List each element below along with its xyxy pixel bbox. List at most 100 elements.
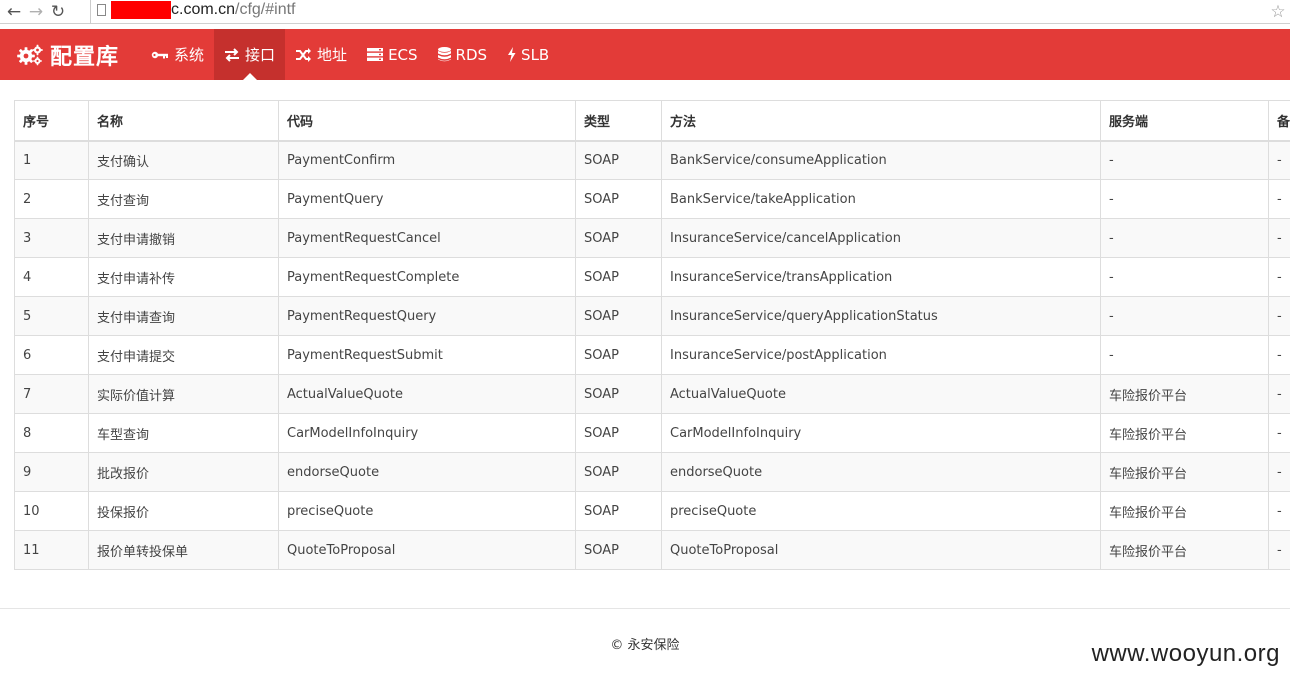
table-cell: QuoteToProposal bbox=[661, 530, 1101, 570]
table-cell: 2 bbox=[14, 179, 89, 219]
exchange-icon bbox=[224, 47, 240, 62]
table-row[interactable]: 2 支付查询 PaymentQuery SOAP BankService/takeApp… bbox=[14, 179, 1290, 219]
table-cell: endorseQuote bbox=[278, 452, 576, 492]
table-row[interactable]: 7 实际价值计算 ActualValueQuote SOAP ActualValueQu… bbox=[14, 374, 1290, 414]
table-cell: 5 bbox=[14, 296, 89, 336]
table-cell: 支付申请撤销 bbox=[88, 218, 279, 258]
table-cell: 支付确认 bbox=[88, 140, 279, 180]
bookmark-star-icon[interactable]: ☆ bbox=[1266, 0, 1290, 24]
table-cell: - bbox=[1100, 335, 1269, 375]
table-cell: SOAP bbox=[575, 218, 662, 258]
interface-table-container: 序号 名称 代码 类型 方法 服务端 备 1 支付确认 PaymentConfirm… bbox=[14, 100, 1290, 570]
table-cell: 1 bbox=[14, 140, 89, 180]
nav-item-slb[interactable]: SLB bbox=[497, 29, 559, 80]
table-row[interactable]: 10 投保报价 preciseQuote SOAP preciseQuote 车险报价平台… bbox=[14, 491, 1290, 531]
table-cell: PaymentRequestSubmit bbox=[278, 335, 576, 375]
database-icon bbox=[437, 47, 451, 62]
table-cell: PaymentRequestComplete bbox=[278, 257, 576, 297]
table-cell: SOAP bbox=[575, 530, 662, 570]
table-cell: - bbox=[1100, 257, 1269, 297]
nav-item-rds[interactable]: RDS bbox=[428, 29, 498, 80]
table-row[interactable]: 1 支付确认 PaymentConfirm SOAP BankService/consu… bbox=[14, 140, 1290, 180]
app-navbar: 配置库 系统 接口 地址 ECS RDS SLB bbox=[0, 29, 1290, 80]
table-cell: 支付申请补传 bbox=[88, 257, 279, 297]
redacted-block bbox=[111, 1, 171, 19]
nav-item-label: SLB bbox=[521, 45, 550, 64]
table-cell: - bbox=[1268, 140, 1290, 180]
column-header-server: 服务端 bbox=[1100, 100, 1269, 142]
table-cell: CarModelInfoInquiry bbox=[278, 413, 576, 453]
table-cell: 7 bbox=[14, 374, 89, 414]
table-cell: - bbox=[1268, 413, 1290, 453]
table-cell: - bbox=[1268, 374, 1290, 414]
table-cell: SOAP bbox=[575, 140, 662, 180]
table-cell: SOAP bbox=[575, 335, 662, 375]
footer-divider bbox=[0, 608, 1290, 609]
table-row[interactable]: 9 批改报价 endorseQuote SOAP endorseQuote 车险报价平台 - bbox=[14, 452, 1290, 492]
table-cell: - bbox=[1268, 296, 1290, 336]
table-cell: 车险报价平台 bbox=[1100, 374, 1269, 414]
brand-title: 配置库 bbox=[50, 44, 120, 70]
table-cell: 11 bbox=[14, 530, 89, 570]
nav-item-ecs[interactable]: ECS bbox=[357, 29, 427, 80]
table-cell: - bbox=[1268, 530, 1290, 570]
table-cell: QuoteToProposal bbox=[278, 530, 576, 570]
nav-item-label: RDS bbox=[455, 45, 488, 64]
table-cell: 批改报价 bbox=[88, 452, 279, 492]
table-cell: SOAP bbox=[575, 257, 662, 297]
nav-item-system[interactable]: 系统 bbox=[141, 29, 214, 80]
table-body: 1 支付确认 PaymentConfirm SOAP BankService/consu… bbox=[14, 140, 1290, 570]
reload-icon[interactable]: ↻ bbox=[47, 1, 69, 23]
table-cell: InsuranceService/postApplication bbox=[661, 335, 1101, 375]
nav-item-interface[interactable]: 接口 bbox=[214, 29, 286, 80]
table-cell: 支付申请提交 bbox=[88, 335, 279, 375]
bolt-icon bbox=[507, 47, 516, 62]
nav-item-label: ECS bbox=[388, 45, 418, 64]
interface-table: 序号 名称 代码 类型 方法 服务端 备 1 支付确认 PaymentConfirm… bbox=[14, 100, 1290, 570]
nav-item-address[interactable]: 地址 bbox=[285, 29, 357, 80]
table-row[interactable]: 11 报价单转投保单 QuoteToProposal SOAP QuoteToPropo… bbox=[14, 530, 1290, 570]
table-row[interactable]: 5 支付申请查询 PaymentRequestQuery SOAP InsuranceS… bbox=[14, 296, 1290, 336]
table-cell: - bbox=[1268, 218, 1290, 258]
table-row[interactable]: 4 支付申请补传 PaymentRequestComplete SOAP Insuran… bbox=[14, 257, 1290, 297]
table-cell: PaymentConfirm bbox=[278, 140, 576, 180]
table-cell: 车险报价平台 bbox=[1100, 413, 1269, 453]
table-row[interactable]: 8 车型查询 CarModelInfoInquiry SOAP CarModelInfo… bbox=[14, 413, 1290, 453]
table-cell: SOAP bbox=[575, 491, 662, 531]
table-cell: PaymentRequestCancel bbox=[278, 218, 576, 258]
url-field[interactable]: c.com.cn/cfg/#intf bbox=[90, 0, 1264, 24]
column-header-note: 备 bbox=[1268, 100, 1290, 142]
url-path: /cfg/#intf bbox=[235, 1, 296, 18]
key-icon bbox=[151, 49, 169, 61]
gears-icon bbox=[17, 44, 43, 65]
table-cell: InsuranceService/cancelApplication bbox=[661, 218, 1101, 258]
table-cell: - bbox=[1100, 140, 1269, 180]
table-cell: 车险报价平台 bbox=[1100, 491, 1269, 531]
table-cell: preciseQuote bbox=[661, 491, 1101, 531]
table-cell: 车型查询 bbox=[88, 413, 279, 453]
column-header-index: 序号 bbox=[14, 100, 89, 142]
browser-address-bar: ← → ↻ c.com.cn/cfg/#intf ☆ bbox=[0, 0, 1290, 24]
nav-item-label: 接口 bbox=[245, 46, 276, 64]
table-row[interactable]: 6 支付申请提交 PaymentRequestSubmit SOAP Insurance… bbox=[14, 335, 1290, 375]
table-cell: PaymentQuery bbox=[278, 179, 576, 219]
back-arrow-icon[interactable]: ← bbox=[3, 1, 25, 23]
nav-item-label: 系统 bbox=[174, 46, 205, 64]
table-cell: 车险报价平台 bbox=[1100, 452, 1269, 492]
brand[interactable]: 配置库 bbox=[0, 29, 141, 80]
forward-arrow-icon[interactable]: → bbox=[25, 1, 47, 23]
table-cell: 8 bbox=[14, 413, 89, 453]
column-header-type: 类型 bbox=[575, 100, 662, 142]
table-cell: 投保报价 bbox=[88, 491, 279, 531]
table-cell: CarModelInfoInquiry bbox=[661, 413, 1101, 453]
table-cell: 6 bbox=[14, 335, 89, 375]
table-cell: 3 bbox=[14, 218, 89, 258]
table-row[interactable]: 3 支付申请撤销 PaymentRequestCancel SOAP Insurance… bbox=[14, 218, 1290, 258]
table-cell: SOAP bbox=[575, 296, 662, 336]
table-cell: 9 bbox=[14, 452, 89, 492]
table-cell: 支付查询 bbox=[88, 179, 279, 219]
table-cell: PaymentRequestQuery bbox=[278, 296, 576, 336]
table-cell: InsuranceService/queryApplicationStatus bbox=[661, 296, 1101, 336]
column-header-code: 代码 bbox=[278, 100, 576, 142]
table-cell: ActualValueQuote bbox=[278, 374, 576, 414]
